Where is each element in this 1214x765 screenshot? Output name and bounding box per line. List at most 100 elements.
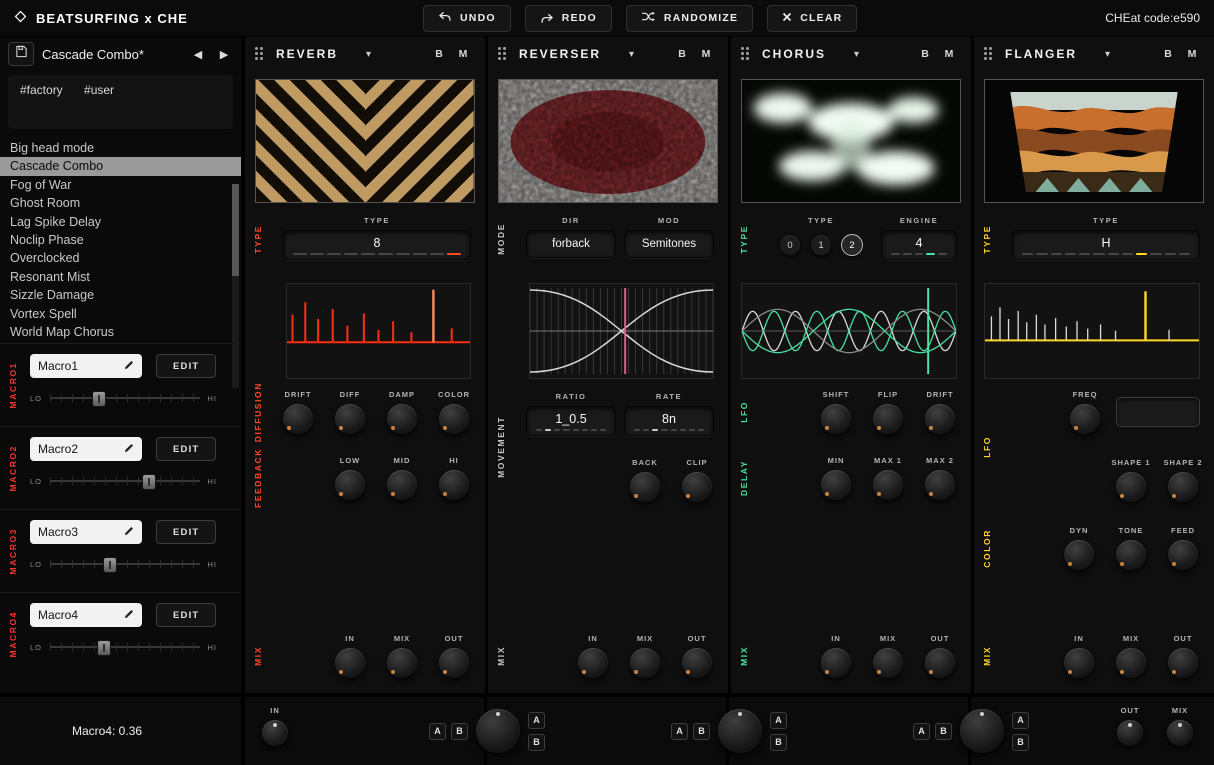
direction-button[interactable]: forback [526, 230, 616, 258]
macro4-edit-button[interactable]: EDIT [156, 603, 216, 627]
a-button[interactable]: A [528, 712, 545, 729]
mod-mode-button[interactable]: Semitones [624, 230, 714, 258]
preset-item[interactable]: Noclip Phase [0, 231, 241, 249]
preset-file-button[interactable] [8, 42, 34, 66]
dyn-knob[interactable] [1064, 540, 1094, 570]
mix-knob[interactable] [387, 648, 417, 678]
drag-handle-icon[interactable] [498, 47, 507, 61]
damp-knob[interactable] [387, 404, 417, 434]
mix-knob[interactable] [1116, 648, 1146, 678]
pencil-icon[interactable] [124, 442, 134, 456]
rate-stepper[interactable]: 8n [624, 406, 714, 436]
shape2-knob[interactable] [1168, 472, 1198, 502]
chevron-down-icon[interactable]: ▾ [854, 49, 859, 60]
redo-button[interactable]: REDO [525, 5, 612, 32]
next-preset-button[interactable]: ▶ [215, 48, 233, 61]
tag-factory[interactable]: #factory [20, 83, 63, 97]
preset-item[interactable]: World Map Chorus [0, 323, 241, 341]
macro3-slider-handle[interactable] [103, 557, 117, 573]
back-knob[interactable] [630, 472, 660, 502]
type-2-button[interactable]: 2 [841, 234, 863, 256]
freq-knob[interactable] [1070, 404, 1100, 434]
preset-item[interactable]: Vortex Spell [0, 305, 241, 323]
drag-handle-icon[interactable] [741, 47, 750, 61]
preset-item[interactable]: Ghost Room [0, 194, 241, 212]
type-0-button[interactable]: 0 [779, 234, 801, 256]
max2-knob[interactable] [925, 470, 955, 500]
color-knob[interactable] [439, 404, 469, 434]
preset-item[interactable]: Cascade Combo [0, 157, 241, 175]
macro3-slider-track[interactable] [50, 557, 199, 571]
preset-item[interactable]: Big head mode [0, 139, 241, 157]
clip-knob[interactable] [682, 472, 712, 502]
chevron-down-icon[interactable]: ▾ [1105, 49, 1110, 60]
pencil-icon[interactable] [124, 525, 134, 539]
in-knob[interactable] [335, 648, 365, 678]
bypass-button[interactable]: B [913, 48, 937, 60]
morph-knob-1[interactable] [476, 709, 520, 753]
engine-stepper[interactable]: 4 [881, 230, 957, 260]
mix-knob[interactable] [1167, 720, 1193, 746]
pencil-icon[interactable] [124, 608, 134, 622]
macro1-slider-track[interactable] [50, 391, 199, 405]
lfo-shape-display[interactable] [1116, 397, 1200, 427]
chevron-down-icon[interactable]: ▾ [366, 49, 371, 60]
morph-knob-2[interactable] [718, 709, 762, 753]
macro3-name-field[interactable]: Macro3 [30, 520, 142, 544]
mute-button[interactable]: M [451, 48, 475, 60]
drift-knob[interactable] [925, 404, 955, 434]
flip-knob[interactable] [873, 404, 903, 434]
undo-button[interactable]: UNDO [423, 5, 511, 32]
bypass-button[interactable]: B [670, 48, 694, 60]
macro4-slider-track[interactable] [50, 640, 199, 654]
in-knob[interactable] [821, 648, 851, 678]
macro2-slider-handle[interactable] [142, 474, 156, 490]
a-button[interactable]: A [770, 712, 787, 729]
tone-knob[interactable] [1116, 540, 1146, 570]
a-button[interactable]: A [671, 723, 688, 740]
shape1-knob[interactable] [1116, 472, 1146, 502]
macro4-name-field[interactable]: Macro4 [30, 603, 142, 627]
in-knob[interactable] [262, 720, 288, 746]
current-preset-name[interactable]: Cascade Combo* [42, 47, 181, 62]
macro1-name-field[interactable]: Macro1 [30, 354, 142, 378]
low-knob[interactable] [335, 470, 365, 500]
macro3-edit-button[interactable]: EDIT [156, 520, 216, 544]
mix-knob[interactable] [630, 648, 660, 678]
b-button[interactable]: B [451, 723, 468, 740]
min-knob[interactable] [821, 470, 851, 500]
mute-button[interactable]: M [937, 48, 961, 60]
out-knob[interactable] [1117, 720, 1143, 746]
macro2-name-field[interactable]: Macro2 [30, 437, 142, 461]
macro2-slider-track[interactable] [50, 474, 199, 488]
drift-knob[interactable] [283, 404, 313, 434]
macro4-slider-handle[interactable] [97, 640, 111, 656]
a-button[interactable]: A [1012, 712, 1029, 729]
in-knob[interactable] [1064, 648, 1094, 678]
b-button[interactable]: B [528, 734, 545, 751]
morph-knob-3[interactable] [960, 709, 1004, 753]
randomize-button[interactable]: RANDOMIZE [626, 5, 753, 32]
mute-button[interactable]: M [1180, 48, 1204, 60]
shift-knob[interactable] [821, 404, 851, 434]
bypass-button[interactable]: B [1156, 48, 1180, 60]
ratio-stepper[interactable]: 1_0.5 [526, 406, 616, 436]
reverb-type-stepper[interactable]: 8 [283, 230, 471, 260]
mix-knob[interactable] [873, 648, 903, 678]
clear-button[interactable]: CLEAR [767, 5, 857, 32]
max1-knob[interactable] [873, 470, 903, 500]
macro1-edit-button[interactable]: EDIT [156, 354, 216, 378]
out-knob[interactable] [682, 648, 712, 678]
macro1-slider-handle[interactable] [92, 391, 106, 407]
out-knob[interactable] [1168, 648, 1198, 678]
b-button[interactable]: B [1012, 734, 1029, 751]
feed-knob[interactable] [1168, 540, 1198, 570]
out-knob[interactable] [925, 648, 955, 678]
macro2-edit-button[interactable]: EDIT [156, 437, 216, 461]
prev-preset-button[interactable]: ◀ [189, 48, 207, 61]
pencil-icon[interactable] [124, 359, 134, 373]
tag-user[interactable]: #user [84, 83, 114, 97]
b-button[interactable]: B [693, 723, 710, 740]
scrollbar-thumb[interactable] [232, 184, 239, 276]
in-knob[interactable] [578, 648, 608, 678]
